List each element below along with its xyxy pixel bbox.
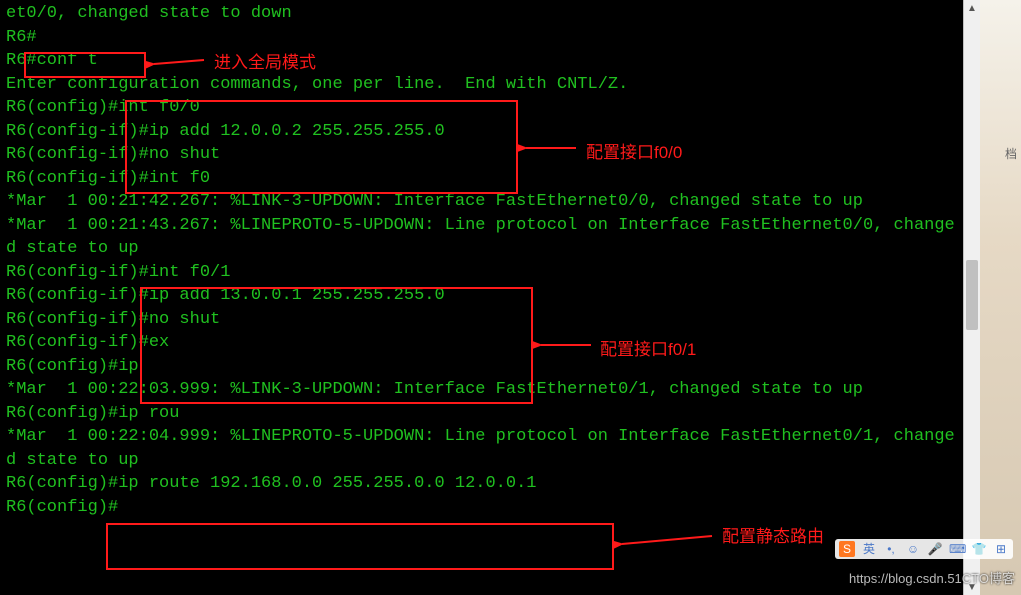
- ime-skin-icon[interactable]: 👕: [971, 541, 987, 557]
- ime-keyboard-icon[interactable]: ⌨: [949, 541, 965, 557]
- ime-emoji-icon[interactable]: ☺: [905, 541, 921, 557]
- ime-voice-icon[interactable]: 🎤: [927, 541, 943, 557]
- terminal-window[interactable]: et0/0, changed state to down R6# R6#conf…: [0, 0, 963, 595]
- ime-punct-icon[interactable]: •,: [883, 541, 899, 557]
- desktop: et0/0, changed state to down R6# R6#conf…: [0, 0, 1021, 595]
- terminal-scrollbar[interactable]: ▲ ▼: [963, 0, 980, 595]
- desktop-file-label: 档: [1005, 145, 1017, 162]
- scroll-up-arrow-icon[interactable]: ▲: [964, 0, 980, 16]
- watermark-text: https://blog.csdn.51CTO博客: [849, 568, 1015, 587]
- ime-toolbar[interactable]: S 英 •, ☺ 🎤 ⌨ 👕 ⊞: [835, 539, 1013, 559]
- ime-lang-icon[interactable]: 英: [861, 541, 877, 557]
- ime-toolbox-icon[interactable]: ⊞: [993, 541, 1009, 557]
- sogou-ime-icon[interactable]: S: [839, 541, 855, 557]
- desktop-background: 档: [980, 0, 1021, 595]
- terminal-output: et0/0, changed state to down R6# R6#conf…: [6, 2, 957, 519]
- scroll-thumb[interactable]: [966, 260, 978, 330]
